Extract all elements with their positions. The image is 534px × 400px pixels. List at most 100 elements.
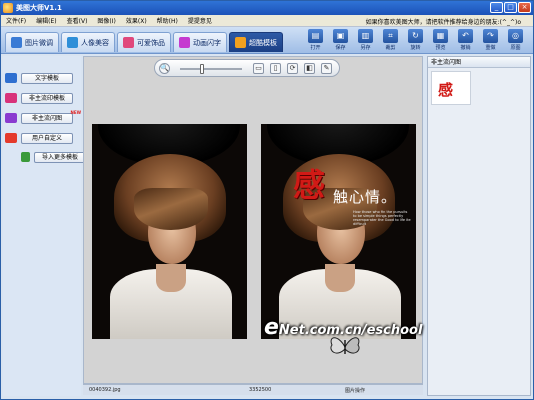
original-icon: ◎	[508, 29, 523, 43]
menu-edit[interactable]: 编辑(E)	[31, 16, 61, 25]
import-item: 导入更多模板	[5, 149, 86, 165]
reset-icon[interactable]: ⟳	[287, 63, 298, 74]
recommend-tip: 如果你喜欢美图大师，请把软件推荐给身边的朋友:(^_^)o	[365, 19, 521, 26]
watermark-domain: .com.cn/eschool	[304, 323, 423, 338]
template-big-char: 感	[293, 166, 326, 204]
tab-animation[interactable]: 动画闪字	[173, 32, 227, 52]
thumbnail-char: 感	[438, 81, 454, 99]
template-thumbnail[interactable]: 感	[431, 71, 471, 105]
menu-view[interactable]: 查看(V)	[62, 16, 93, 25]
template-icon	[235, 37, 246, 48]
main-tabs: 图片微调 人像美容 可爱饰品 动画闪字 超酷模板	[5, 32, 283, 52]
watermark-net: Net	[278, 323, 305, 338]
tool-label: 另存	[360, 45, 371, 51]
zoom-icon[interactable]: 🔍	[159, 63, 170, 74]
tab-template[interactable]: 超酷模板	[229, 32, 283, 52]
template-english-text: How those who fin the pursuits to be sim…	[353, 210, 411, 226]
stamp-template-icon	[5, 93, 17, 103]
template-sidebar: 文字模板 非主流印模板 非主流闪图 NEW 用户自定义 导入更多模板	[3, 56, 86, 396]
animation-icon	[179, 37, 190, 48]
tool-label: 裁剪	[385, 45, 396, 51]
save-as-button[interactable]: ▥ 另存	[354, 29, 377, 52]
menu-effects[interactable]: 效果(X)	[121, 16, 152, 25]
status-bar: 0040392.jpg 3352500 图片操作	[83, 384, 423, 395]
title-bar[interactable]: 美图大师V1.1 _ □ ×	[1, 1, 533, 15]
zoom-slider[interactable]	[180, 64, 242, 74]
tool-label: 重做	[485, 45, 496, 51]
undo-button[interactable]: ↶ 撤销	[454, 29, 477, 52]
flash-template-button[interactable]: 非主流闪图	[21, 112, 73, 124]
redo-button[interactable]: ↷ 重做	[479, 29, 502, 52]
text-template-item: 文字模板	[5, 70, 81, 86]
status-action: 图片操作	[345, 388, 366, 394]
maximize-button[interactable]: □	[504, 2, 517, 13]
menu-bar: 文件(F) 编辑(E) 查看(V) 图像(I) 效果(X) 帮助(H) 提提意见…	[1, 15, 533, 27]
undo-icon: ↶	[458, 29, 473, 43]
zoom-toolbar: 🔍 ▭ ▯ ⟳ ◧ ✎	[154, 59, 340, 77]
canvas-area: 🔍 ▭ ▯ ⟳ ◧ ✎ 感 触心情。 How those who fin the purs…	[83, 56, 423, 384]
tab-portrait[interactable]: 人像美容	[61, 32, 115, 52]
tool-label: 撤销	[460, 45, 471, 51]
menu-file[interactable]: 文件(F)	[1, 16, 31, 25]
tab-label: 可爱饰品	[137, 38, 165, 47]
neck-shape	[156, 264, 186, 292]
status-filesize: 3352500	[249, 387, 272, 393]
tool-label: 预览	[435, 45, 446, 51]
tab-toolbar-band: 图片微调 人像美容 可爱饰品 动画闪字 超酷模板 ▤ 打开 ▣ 保存 ▥ 另存 ⌗ 裁剪 ↻ 旋转 ▦ 预览 ↶…	[1, 27, 533, 54]
neck-shape	[325, 264, 355, 292]
app-logo-icon	[3, 3, 13, 13]
stamp-template-item: 非主流印模板	[5, 90, 81, 106]
flash-template-item: 非主流闪图 NEW	[5, 110, 81, 126]
save-icon: ▣	[333, 29, 348, 43]
text-template-button[interactable]: 文字模板	[21, 72, 73, 84]
tool-label: 打开	[310, 45, 321, 51]
save-as-icon: ▥	[358, 29, 373, 43]
tab-label: 动画闪字	[193, 38, 221, 47]
accessory-icon	[123, 37, 134, 48]
fringe-shape	[134, 188, 208, 230]
new-badge: NEW	[70, 110, 82, 115]
tab-photo-adjust[interactable]: 图片微调	[5, 32, 59, 52]
close-button[interactable]: ×	[518, 2, 531, 13]
tab-label: 图片微调	[25, 38, 53, 47]
window-title: 美图大师V1.1	[16, 4, 62, 12]
minimize-button[interactable]: _	[490, 2, 503, 13]
stamp-template-button[interactable]: 非主流印模板	[21, 92, 73, 104]
app-window: 美图大师V1.1 _ □ × 文件(F) 编辑(E) 查看(V) 图像(I) 效…	[0, 0, 534, 400]
zoom-slider-thumb[interactable]	[200, 64, 204, 74]
rotate-icon: ↻	[408, 29, 423, 43]
edit-icon[interactable]: ✎	[321, 63, 332, 74]
preview-panel-title: 非主流闪图	[428, 57, 530, 68]
tab-label: 超酷模板	[249, 38, 277, 47]
import-icon	[21, 152, 30, 162]
tab-accessory[interactable]: 可爱饰品	[117, 32, 171, 52]
enet-watermark: eNet.com.cn/eschool	[264, 315, 422, 340]
rotate-button[interactable]: ↻ 旋转	[404, 29, 427, 52]
preview-button[interactable]: ▦ 预览	[429, 29, 452, 52]
compare-icon[interactable]: ◧	[304, 63, 315, 74]
text-template-icon	[5, 73, 17, 83]
custom-template-button[interactable]: 用户自定义	[21, 132, 73, 144]
menu-help[interactable]: 帮助(H)	[152, 16, 183, 25]
menu-image[interactable]: 图像(I)	[92, 16, 120, 25]
import-button[interactable]: 导入更多模板	[34, 151, 86, 163]
actual-size-icon[interactable]: ▯	[270, 63, 281, 74]
status-filename: 0040392.jpg	[89, 387, 121, 393]
toolbar: ▤ 打开 ▣ 保存 ▥ 另存 ⌗ 裁剪 ↻ 旋转 ▦ 预览 ↶ 撤销 ↷ 重做 ◎ 原图	[304, 29, 527, 52]
original-button[interactable]: ◎ 原图	[504, 29, 527, 52]
preview-icon: ▦	[433, 29, 448, 43]
tool-label: 旋转	[410, 45, 421, 51]
template-small-text: 触心情。	[333, 188, 398, 206]
window-controls: _ □ ×	[490, 2, 531, 13]
fit-window-icon[interactable]: ▭	[253, 63, 264, 74]
tool-label: 原图	[510, 45, 521, 51]
menu-feedback[interactable]: 提提意见	[183, 16, 217, 25]
custom-template-icon	[5, 133, 17, 143]
decorated-photo: 感 触心情。 How those who fin the pursuits to…	[261, 124, 416, 339]
save-button[interactable]: ▣ 保存	[329, 29, 352, 52]
tab-label: 人像美容	[81, 38, 109, 47]
open-folder-button[interactable]: ▤ 打开	[304, 29, 327, 52]
open-folder-icon: ▤	[308, 29, 323, 43]
crop-button[interactable]: ⌗ 裁剪	[379, 29, 402, 52]
crop-icon: ⌗	[383, 29, 398, 43]
